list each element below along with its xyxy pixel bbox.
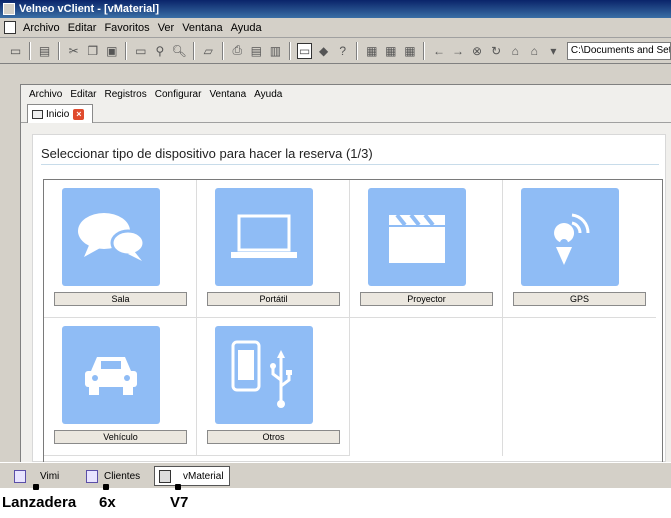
title-divider [41, 164, 659, 165]
child-menubar: Archivo Editar Registros Configurar Vent… [21, 85, 671, 103]
copy-icon[interactable]: ❐ [85, 43, 100, 59]
browser-icon-2[interactable]: ▦ [383, 43, 398, 59]
window-icon[interactable]: ▭ [133, 43, 148, 59]
laptop-icon[interactable] [215, 188, 313, 286]
annotation-v7: V7 [170, 494, 189, 511]
print-preview-icon[interactable]: ▤ [249, 43, 264, 59]
close-icon[interactable]: × [73, 108, 85, 120]
device-label-gps: GPS [513, 292, 646, 306]
menu-ventana[interactable]: Ventana [178, 22, 226, 34]
menu-editar[interactable]: Editar [64, 22, 101, 34]
device-label-proyector: Proyector [360, 292, 493, 306]
toolbar-separator [58, 41, 61, 60]
menu-ayuda[interactable]: Ayuda [227, 22, 266, 34]
device-label-sala: Sala [54, 292, 187, 306]
chat-bubbles-icon[interactable] [62, 188, 160, 286]
clapperboard-icon[interactable] [368, 188, 466, 286]
annotation-6x: 6x [99, 494, 116, 511]
menu-archivo[interactable]: Archivo [19, 22, 64, 34]
phone-usb-icon[interactable] [215, 326, 313, 424]
annotation-marker [103, 484, 109, 490]
device-cell-vehiculo[interactable]: Vehículo [44, 318, 197, 456]
refresh-icon[interactable]: ↻ [489, 43, 504, 59]
child-menu-archivo[interactable]: Archivo [25, 89, 66, 100]
eraser-icon[interactable]: ▱ [201, 43, 216, 59]
form-icon [32, 109, 43, 119]
toolbar-separator [221, 41, 224, 60]
tag-icon[interactable]: ◆ [316, 43, 331, 59]
page-setup-icon[interactable]: ▥ [268, 43, 283, 59]
database-icon [86, 469, 98, 483]
taskbar-button-vmaterial[interactable]: vMaterial [154, 466, 230, 486]
empty-cell [503, 318, 656, 456]
device-selection-panel: Seleccionar tipo de dispositivo para hac… [32, 134, 666, 463]
menu-ver[interactable]: Ver [154, 22, 179, 34]
taskbar-label-vmaterial: vMaterial [183, 470, 224, 482]
tab-strip: Inicio × [21, 103, 671, 123]
child-menu-editar[interactable]: Editar [66, 89, 100, 100]
document-icon[interactable] [4, 21, 16, 34]
app-icon [3, 3, 15, 15]
tab-inicio[interactable]: Inicio × [27, 104, 93, 123]
window-title: Velneo vClient - [vMaterial] [19, 3, 159, 15]
device-label-vehiculo: Vehículo [54, 430, 187, 444]
properties-icon[interactable]: ▤ [37, 43, 52, 59]
device-cell-proyector[interactable]: Proyector [350, 180, 503, 318]
menu-favoritos[interactable]: Favoritos [100, 22, 153, 34]
help-icon[interactable]: ? [335, 43, 350, 59]
main-toolbar: ▭ ▤ ✂ ❐ ▣ ▭ ⚲ 🔍︎ ▱ ⎙ ▤ ▥ ▭ ◆ ? ▦ ▦ ▦ ← →… [0, 38, 671, 64]
window-titlebar: Velneo vClient - [vMaterial] [0, 0, 671, 18]
annotation-marker [175, 484, 181, 490]
home-alt-icon[interactable]: ⌂ [527, 43, 542, 59]
empty-cell [350, 318, 503, 456]
open-folder-icon[interactable]: ▭ [8, 43, 23, 59]
toolbar-separator [423, 41, 426, 60]
device-grid: Sala Portátil Proyector GPS Vehículo Otr… [43, 179, 663, 463]
search-icon[interactable]: 🔍︎ [171, 43, 186, 59]
find-replace-icon[interactable]: ⚲ [152, 43, 167, 59]
print-icon[interactable]: ⎙ [230, 43, 245, 59]
taskbar-button-clientes[interactable]: Clientes [86, 466, 140, 486]
download-icon[interactable]: ▾ [546, 43, 561, 59]
database-icon [14, 469, 26, 483]
gps-pin-icon[interactable] [521, 188, 619, 286]
window-taskbar: Vimi Clientes vMaterial [0, 462, 671, 488]
child-menu-configurar[interactable]: Configurar [151, 89, 206, 100]
device-cell-gps[interactable]: GPS [503, 180, 656, 318]
tab-label: Inicio [46, 108, 70, 120]
child-menu-ventana[interactable]: Ventana [205, 89, 250, 100]
back-arrow-icon[interactable]: ← [431, 43, 446, 59]
device-label-portatil: Portátil [207, 292, 340, 306]
screen-icon[interactable]: ▭ [296, 42, 313, 59]
annotation-lanzadera: Lanzadera [2, 494, 77, 511]
toolbar-separator [356, 41, 359, 60]
toolbar-separator [125, 41, 128, 60]
paste-icon[interactable]: ▣ [104, 43, 119, 59]
child-menu-registros[interactable]: Registros [100, 89, 150, 100]
car-icon[interactable] [62, 326, 160, 424]
device-cell-otros[interactable]: Otros [197, 318, 350, 456]
main-menubar: Archivo Editar Favoritos Ver Ventana Ayu… [0, 18, 671, 38]
device-label-otros: Otros [207, 430, 340, 444]
toolbar-separator [192, 41, 195, 60]
stop-icon[interactable]: ⊗ [470, 43, 485, 59]
annotation-marker [33, 484, 39, 490]
cut-icon[interactable]: ✂ [66, 43, 81, 59]
home-icon[interactable]: ⌂ [508, 43, 523, 59]
browser-icon-1[interactable]: ▦ [364, 43, 379, 59]
taskbar-label-clientes: Clientes [104, 470, 141, 482]
forward-arrow-icon[interactable]: → [450, 43, 465, 59]
device-cell-portatil[interactable]: Portátil [197, 180, 350, 318]
toolbar-separator [288, 41, 291, 60]
path-input[interactable]: C:\Documents and Settings [566, 41, 671, 60]
device-cell-sala[interactable]: Sala [44, 180, 197, 318]
toolbar-separator [29, 41, 32, 60]
browser-icon-3[interactable]: ▦ [402, 43, 417, 59]
taskbar-label-vimi: Vimi [40, 470, 60, 482]
page-title: Seleccionar tipo de dispositivo para hac… [41, 146, 373, 161]
app-document-icon [159, 469, 171, 483]
taskbar-button-vimi[interactable]: Vimi [14, 466, 59, 486]
child-menu-ayuda[interactable]: Ayuda [250, 89, 286, 100]
